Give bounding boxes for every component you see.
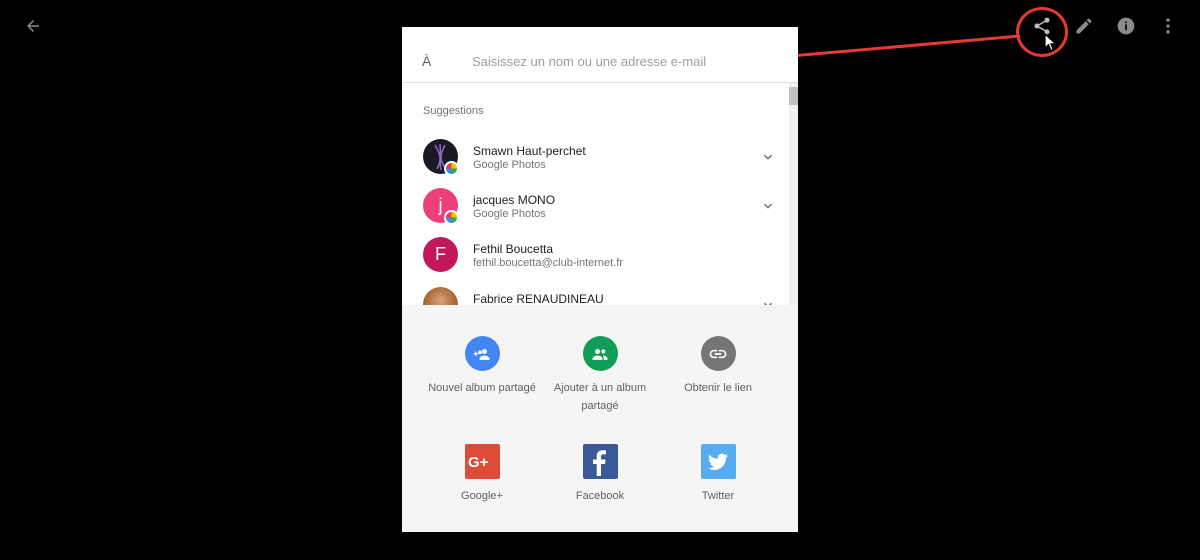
- share-actions-panel: Nouvel album partagé Ajouter à un album …: [402, 305, 798, 532]
- svg-text:G+: G+: [468, 454, 489, 471]
- more-vertical-icon: [1166, 18, 1170, 34]
- contact-item[interactable]: Smawn Haut-perchet Google Photos: [402, 139, 788, 187]
- chevron-down-icon[interactable]: [760, 297, 776, 305]
- contact-item[interactable]: F Fethil Boucetta fethil.boucetta@club-i…: [402, 237, 788, 285]
- recipient-input[interactable]: [472, 51, 772, 71]
- scrollbar-thumb[interactable]: [789, 87, 798, 105]
- avatar: F: [423, 237, 458, 272]
- info-icon: [1117, 17, 1135, 35]
- contact-subtitle: fethil.boucetta@club-internet.fr: [473, 257, 623, 269]
- facebook-share-button[interactable]: Facebook: [541, 444, 659, 505]
- chevron-down-icon[interactable]: [760, 198, 776, 214]
- twitter-share-button[interactable]: Twitter: [659, 444, 777, 505]
- action-label: Nouvel album partagé: [428, 382, 536, 394]
- google-plus-icon: G+: [464, 444, 500, 479]
- contact-subtitle: Google Photos: [473, 208, 546, 220]
- pencil-icon: [1076, 18, 1092, 34]
- action-label: Google+: [461, 490, 503, 502]
- action-label: Twitter: [701, 490, 735, 502]
- action-label: Ajouter à un album partagé: [553, 382, 647, 412]
- action-label: Obtenir le lien: [684, 382, 752, 394]
- google-photos-badge-icon: [444, 210, 459, 225]
- contact-name: jacques MONO: [473, 193, 556, 207]
- chevron-down-icon[interactable]: [760, 149, 776, 165]
- to-label: À: [422, 53, 432, 69]
- back-button[interactable]: [17, 10, 49, 42]
- info-button[interactable]: [1110, 10, 1142, 42]
- contact-subtitle: Google Photos: [473, 159, 546, 171]
- twitter-icon: [700, 444, 736, 479]
- scrollbar[interactable]: [789, 83, 798, 305]
- link-icon: [700, 336, 736, 371]
- contact-name: Fethil Boucetta: [473, 242, 554, 256]
- people-icon: [582, 336, 618, 371]
- recipient-row: À: [402, 27, 798, 83]
- get-link-button[interactable]: Obtenir le lien: [659, 336, 777, 397]
- contact-item[interactable]: j jacques MONO Google Photos: [402, 188, 788, 236]
- google-plus-share-button[interactable]: G+ Google+: [423, 444, 541, 505]
- avatar: [423, 287, 458, 305]
- mouse-cursor-icon: [1044, 33, 1057, 52]
- contact-name: Fabrice RENAUDINEAU: [473, 292, 604, 305]
- avatar-initial: F: [435, 244, 446, 264]
- more-options-button[interactable]: [1152, 10, 1184, 42]
- avatar-initial: j: [438, 195, 443, 215]
- contact-item[interactable]: Fabrice RENAUDINEAU: [402, 287, 788, 305]
- facebook-icon: [582, 444, 618, 479]
- arrow-back-icon: [27, 20, 39, 32]
- action-label: Facebook: [575, 490, 625, 502]
- suggestions-list: Suggestions Smawn Haut-perchet Google Ph…: [402, 83, 798, 305]
- new-shared-album-button[interactable]: Nouvel album partagé: [423, 336, 541, 397]
- google-photos-badge-icon: [444, 161, 459, 176]
- add-to-shared-album-button[interactable]: Ajouter à un album partagé: [541, 336, 659, 415]
- share-dialog: À Suggestions Smawn Haut-perchet Google …: [402, 27, 798, 532]
- add-people-icon: [464, 336, 500, 371]
- contact-name: Smawn Haut-perchet: [473, 144, 586, 158]
- suggestions-header: Suggestions: [423, 105, 484, 117]
- edit-button[interactable]: [1068, 10, 1100, 42]
